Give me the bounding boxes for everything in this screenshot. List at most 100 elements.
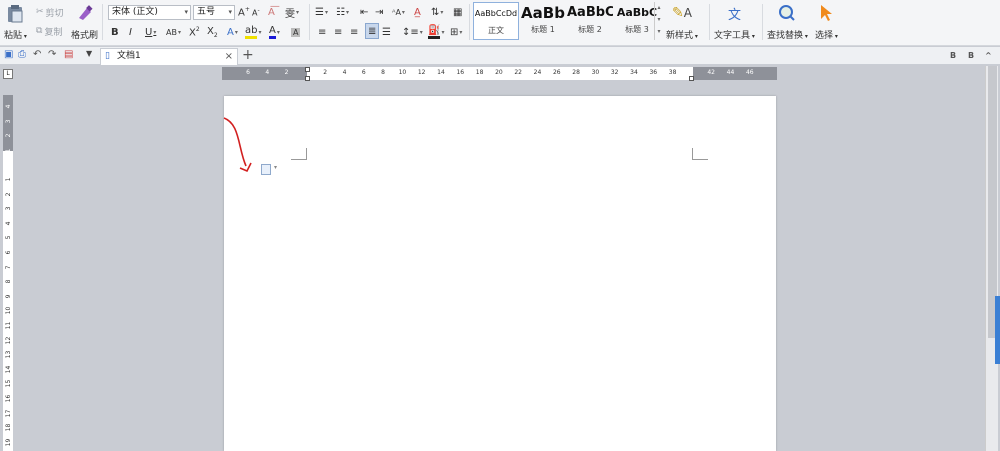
close-icon[interactable]: ×: [225, 49, 233, 64]
ruler-tick-label: 18: [475, 69, 484, 76]
sort-icon: ⇅: [431, 6, 440, 18]
line-spacing-icon: ↕≡: [402, 26, 419, 38]
ruler-tick-label: 11: [5, 321, 12, 330]
font-family-select[interactable]: 宋体 (正文) ▾: [108, 5, 191, 20]
style-heading-1[interactable]: AaBb 标题 1: [520, 2, 566, 40]
print-icon[interactable]: ⎙: [18, 49, 30, 61]
align-center-button[interactable]: ≡: [334, 24, 342, 40]
ruler-tick-label: 24: [533, 69, 542, 76]
phonetic-button[interactable]: 雯 ▾: [285, 4, 299, 20]
bold-icon: B: [111, 26, 119, 38]
clear-format-button[interactable]: A͞: [268, 4, 275, 20]
ruler-tick-label: 30: [591, 69, 600, 76]
asian-layout-button[interactable]: A̲: [414, 4, 421, 20]
char-shading-icon: A: [291, 27, 301, 37]
text-effect-button[interactable]: A ▾: [227, 24, 238, 40]
align-left-icon: ≡: [318, 26, 327, 38]
ruler-tick-label: 1: [5, 177, 12, 182]
first-line-indent-marker[interactable]: [305, 67, 310, 72]
justify-button[interactable]: ≣: [365, 23, 380, 39]
numbered-list-button[interactable]: ☷ ▾: [336, 4, 349, 20]
text-tools-label: 文字工具: [714, 31, 751, 41]
bullet-list-button[interactable]: ☰ ▾: [315, 4, 328, 20]
align-right-button[interactable]: ≡: [350, 24, 358, 40]
decrease-indent-button[interactable]: ⇤: [360, 4, 368, 20]
find-replace-label: 查找替换: [767, 31, 804, 41]
new-style-button[interactable]: ✎ A 新样式 ▾: [666, 3, 698, 41]
cut-button[interactable]: ✂ 剪切: [36, 4, 64, 20]
shrink-font-button[interactable]: A-: [252, 4, 260, 20]
justify-icon: ≣: [368, 25, 377, 37]
undo-icon[interactable]: ↶: [33, 49, 45, 61]
font-color-button[interactable]: A ▾: [269, 24, 280, 40]
tab-document1[interactable]: ▯ 文档1 ×: [100, 48, 238, 65]
export-pdf-icon[interactable]: ▤: [64, 49, 76, 61]
minimize-ribbon-icon[interactable]: ^: [985, 51, 992, 60]
chevron-down-icon[interactable]: ▾: [274, 164, 277, 171]
superscript-button[interactable]: X2: [189, 24, 200, 40]
copy-button[interactable]: ⧉ 复制: [36, 23, 62, 39]
vertical-scrollbar[interactable]: [985, 66, 998, 451]
format-painter-button[interactable]: 格式刷: [71, 3, 98, 41]
styles-scroll[interactable]: ▴ ▾ ▾: [654, 2, 663, 40]
redo-icon[interactable]: ↷: [48, 49, 60, 61]
ruler-tick-label: 14: [5, 365, 12, 374]
left-indent-marker[interactable]: [305, 76, 310, 81]
underline-button[interactable]: U ▾: [145, 24, 156, 40]
ruler-tick-label: 8: [381, 69, 386, 76]
style-heading-2[interactable]: AaBbC 标题 2: [567, 2, 613, 40]
corner-mark-top-right: [692, 148, 708, 160]
new-tab-button[interactable]: +: [242, 47, 254, 63]
document-icon: ▯: [105, 51, 110, 61]
side-panel-toggle[interactable]: [995, 296, 1000, 364]
align-left-button[interactable]: ≡: [318, 24, 326, 40]
font-color-icon: A: [269, 25, 276, 39]
paste-label: 粘贴: [4, 31, 23, 41]
shading-button[interactable]: ⛽ ▾: [428, 24, 444, 40]
paintbrush-icon: [74, 3, 96, 23]
bold-button[interactable]: B: [111, 24, 119, 40]
italic-button[interactable]: I: [129, 24, 132, 40]
select-button[interactable]: 选择 ▾: [815, 3, 838, 41]
distributed-icon: ☰: [382, 26, 391, 38]
change-case-button[interactable]: ᴬA ▾: [392, 4, 405, 20]
strikethrough-button[interactable]: AB ▾: [166, 24, 181, 40]
tab-stop-selector[interactable]: L: [3, 69, 13, 79]
strikethrough-icon: AB: [166, 27, 177, 37]
font-family-value: 宋体 (正文): [112, 7, 158, 17]
ruler-tick-label: 15: [5, 380, 12, 388]
distributed-button[interactable]: ☰: [382, 24, 391, 40]
divider: [469, 4, 470, 40]
ruler-tick-label: 34: [630, 69, 638, 76]
outdent-icon: ⇤: [360, 6, 369, 18]
change-case-icon: ᴬA: [392, 7, 401, 17]
options-icon[interactable]: B: [968, 51, 974, 60]
borders-button[interactable]: ⊞ ▾: [450, 24, 462, 40]
font-size-select[interactable]: 五号 ▾: [193, 5, 235, 20]
ruler-tick-label: 5: [5, 235, 12, 240]
restore-icon[interactable]: B: [950, 51, 956, 60]
highlight-button[interactable]: ab ▾: [245, 24, 262, 40]
right-indent-marker[interactable]: [689, 76, 694, 81]
subscript-button[interactable]: X2: [207, 24, 218, 40]
save-icon[interactable]: ▣: [4, 49, 16, 61]
text-tools-button[interactable]: 文 文字工具 ▾: [714, 3, 755, 42]
clear-format-icon: A͞: [268, 6, 275, 18]
copy-icon: ⧉: [36, 26, 43, 36]
style-normal[interactable]: AaBbCcDd 正文: [473, 2, 519, 40]
paste-button[interactable]: 粘贴 ▾: [4, 3, 27, 41]
table-border-button[interactable]: ▦: [453, 4, 462, 20]
divider: [762, 4, 763, 40]
sort-button[interactable]: ⇅ ▾: [431, 4, 443, 20]
chevron-down-icon[interactable]: ▼: [86, 49, 98, 61]
grow-font-button[interactable]: A+: [238, 4, 250, 20]
document-page[interactable]: ▾: [224, 96, 776, 451]
find-replace-button[interactable]: 查找替换 ▾: [767, 3, 808, 41]
vertical-ruler[interactable]: 4 3 2 1 1 2 3 4 5 6 7 8 9 10 11 12 13 14 15 16 17 18 19: [3, 95, 13, 451]
paste-options-icon[interactable]: [261, 164, 271, 175]
ruler-tick-label: 36: [649, 69, 658, 76]
chevron-down-icon: ▾: [184, 8, 188, 16]
char-shading-button[interactable]: A: [291, 24, 301, 40]
line-spacing-button[interactable]: ↕≡ ▾: [402, 24, 423, 40]
increase-indent-button[interactable]: ⇥: [375, 4, 383, 20]
